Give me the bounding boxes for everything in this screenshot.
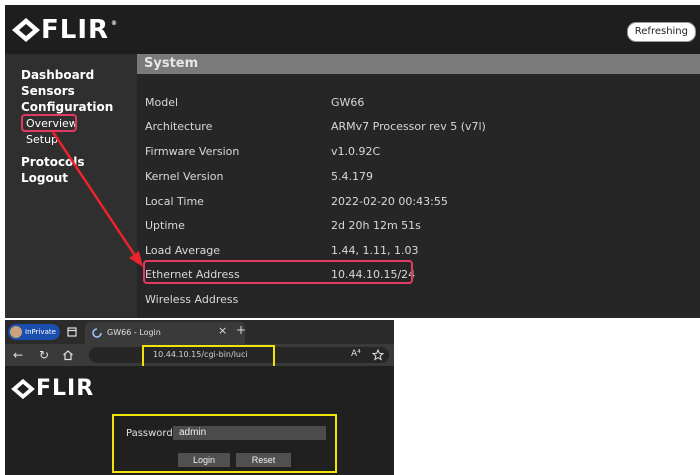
close-tab-icon[interactable]: × [218,325,227,336]
tab-actions-icon[interactable] [67,327,77,337]
flir-diamond-icon-login [11,378,35,400]
read-aloud-icon[interactable]: A⁴ [351,349,361,359]
router-admin-window: FLIR ® Refreshing Dashboard Sensors Conf… [5,5,700,318]
browser-window: InPrivate GW66 - Login × + ← ↻ 10.44.10.… [5,320,394,475]
avatar [10,326,22,338]
refresh-icon[interactable]: ↻ [39,349,49,361]
nav-bar: ← ↻ 10.44.10.15/cgi-bin/luci A⁴ [5,344,394,371]
new-tab-icon[interactable]: + [236,324,246,336]
home-icon[interactable] [62,349,74,361]
favorites-star-icon[interactable] [372,349,384,361]
tab-title: GW66 - Login [107,328,161,337]
tab-bar: InPrivate GW66 - Login × + [5,320,394,344]
flir-logo-login: FLIR [10,378,94,400]
inprivate-label: InPrivate [25,328,56,336]
login-highlight-box [112,414,337,473]
tab-gw66-login[interactable]: GW66 - Login × [85,322,245,344]
inprivate-badge[interactable]: InPrivate [8,324,60,340]
logo-text-login: FLIR [36,376,95,401]
red-arrow-annotation [51,131,143,267]
back-icon[interactable]: ← [13,349,23,361]
favicon-icon [92,328,102,338]
